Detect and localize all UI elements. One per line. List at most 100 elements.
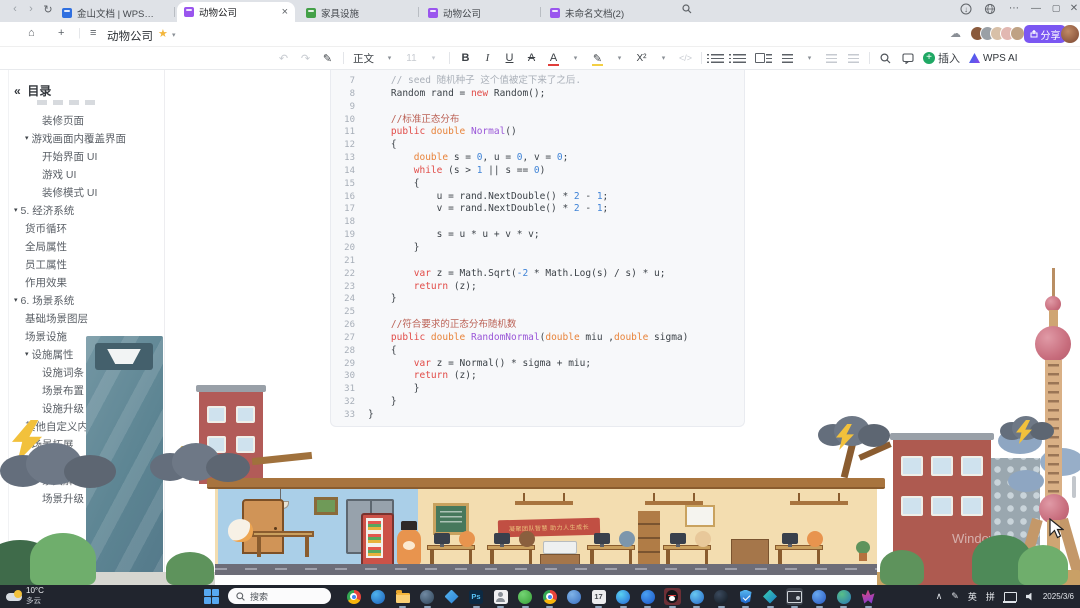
taskbar-search[interactable]: 搜索 — [228, 588, 331, 604]
superscript-button[interactable]: X² — [635, 50, 648, 66]
highlight-button[interactable]: ✎ — [591, 50, 604, 66]
start-button[interactable] — [204, 589, 219, 604]
wps-ai-button[interactable]: WPS AI — [969, 50, 1017, 66]
taskbar-app-wechat[interactable] — [517, 588, 534, 605]
toc-header[interactable]: « 目录 — [14, 82, 51, 99]
toc-item[interactable]: 作用效果 — [0, 273, 165, 291]
browser-tab[interactable]: 未命名文档(2) — [543, 3, 661, 22]
taskbar-app-file-explorer[interactable] — [394, 588, 411, 605]
scrollbar-thumb[interactable] — [1072, 476, 1076, 498]
taskbar-app-steam[interactable] — [713, 588, 730, 605]
browser-tab[interactable]: 动物公司 — [421, 3, 539, 22]
taskbar-app-globe-app[interactable] — [835, 588, 852, 605]
bold-button[interactable]: B — [459, 50, 472, 66]
align-chevron-icon[interactable]: ▾ — [803, 50, 816, 66]
highlight-chevron-icon[interactable]: ▾ — [613, 50, 626, 66]
tray-date[interactable]: 2025/3/6 — [1043, 592, 1074, 601]
close-window-icon[interactable]: ✕ — [1066, 3, 1080, 14]
toc-item[interactable]: ▾游戏画面内覆盖界面 — [0, 129, 165, 147]
browser-tab[interactable]: 家具设施 — [299, 3, 417, 22]
font-color-chevron-icon[interactable]: ▾ — [569, 50, 582, 66]
restore-icon[interactable]: ▢ — [1048, 3, 1064, 14]
refresh-icon[interactable]: ↻ — [41, 3, 55, 16]
toc-item[interactable]: 装修模式 UI — [0, 183, 165, 201]
toc-item[interactable]: 家具解锁 — [0, 471, 165, 489]
redo-icon[interactable]: ↷ — [299, 50, 312, 66]
outdent-button[interactable] — [825, 50, 838, 66]
checklist-button[interactable] — [755, 50, 772, 66]
new-tab-plus-icon[interactable]: + — [58, 27, 64, 39]
toc-item[interactable]: 设施升级 — [0, 399, 165, 417]
size-chevron-icon[interactable]: ▾ — [427, 50, 440, 66]
taskbar-app-security-shield[interactable] — [737, 588, 754, 605]
taskbar-app-qq[interactable] — [664, 588, 681, 605]
undo-icon[interactable]: ↶ — [277, 50, 290, 66]
indent-button[interactable] — [847, 50, 860, 66]
find-icon[interactable] — [879, 50, 892, 66]
pen-icon[interactable]: ✎ — [951, 591, 959, 602]
strikethrough-button[interactable]: A — [525, 50, 538, 66]
volume-icon[interactable] — [1026, 593, 1034, 601]
comment-icon[interactable] — [901, 50, 914, 66]
back-icon[interactable]: ‹ — [8, 3, 22, 15]
collapse-triangle-icon[interactable]: ▾ — [25, 350, 29, 358]
format-painter-icon[interactable]: ✎ — [321, 50, 334, 66]
toc-item[interactable]: 其他自定义内容 — [0, 417, 165, 435]
taskbar-app-palette-app[interactable] — [541, 588, 558, 605]
ime-pinyin[interactable]: 拼 — [986, 590, 995, 603]
taskbar-app-gem-app[interactable] — [443, 588, 460, 605]
download-icon[interactable]: ↓ — [958, 3, 974, 18]
toc-item[interactable]: 装修页面 — [0, 111, 165, 129]
taskbar-app-sphere-app[interactable] — [419, 588, 436, 605]
taskbar-app-screen-recorder[interactable] — [786, 588, 803, 605]
taskbar-app-edge[interactable] — [370, 588, 387, 605]
browser-tab[interactable]: 动物公司× — [177, 2, 295, 22]
taskbar-app-photoshop[interactable]: Ps — [468, 588, 485, 605]
superscript-chevron-icon[interactable]: ▾ — [657, 50, 670, 66]
font-color-button[interactable]: A — [547, 50, 560, 66]
taskbar-app-diamond-app[interactable] — [762, 588, 779, 605]
title-chevron-icon[interactable]: ▾ — [172, 31, 176, 39]
collapse-triangle-icon[interactable]: ▾ — [14, 296, 18, 304]
network-icon[interactable] — [1004, 592, 1017, 602]
toc-item[interactable]: ▾5. 经济系统 — [0, 201, 165, 219]
ime-english[interactable]: 英 — [968, 590, 977, 603]
favorite-star-icon[interactable]: ★ — [158, 27, 168, 40]
paragraph-style-select[interactable]: 正文 — [353, 50, 374, 66]
toc-item[interactable]: 场景升级 — [0, 489, 165, 507]
toc-item[interactable]: 货币循环 — [0, 219, 165, 237]
taskbar-app-calendar-app[interactable]: 17 — [590, 588, 607, 605]
taskbar-app-pin-app[interactable] — [639, 588, 656, 605]
taskbar-app-search-ball-app[interactable] — [615, 588, 632, 605]
code-block-button[interactable]: </> — [679, 50, 692, 66]
collapse-triangle-icon[interactable]: ▾ — [25, 134, 29, 142]
browser-menu-icon[interactable]: ⋯ — [1006, 3, 1022, 14]
font-size-select[interactable]: 11 — [405, 50, 418, 66]
underline-button[interactable]: U — [503, 50, 516, 66]
taskbar-app-compass-app[interactable] — [688, 588, 705, 605]
taskbar-app-trident-app[interactable] — [860, 588, 877, 605]
forward-icon[interactable]: › — [24, 3, 38, 15]
toc-item[interactable]: 游戏 UI — [0, 165, 165, 183]
toc-item[interactable]: ▾场景拓展 — [0, 435, 165, 453]
weather-widget[interactable]: 10°C 多云 — [6, 586, 44, 606]
tray-expand-icon[interactable]: ∧ — [936, 591, 943, 602]
toc-item[interactable]: ▾6. 场景系统 — [0, 291, 165, 309]
browser-tab[interactable]: 金山文档 | WPS云文档 — [55, 3, 173, 22]
bullet-list-button[interactable] — [711, 50, 724, 66]
toc-item[interactable]: 基础场景图层 — [0, 309, 165, 327]
taskbar-app-contacts[interactable] — [492, 588, 509, 605]
toc-item[interactable]: 场景设施 — [0, 327, 165, 345]
toc-item[interactable]: 全局属性 — [0, 237, 165, 255]
share-button[interactable]: 分享 — [1024, 25, 1066, 43]
taskbar-app-chrome[interactable] — [345, 588, 362, 605]
numbered-list-button[interactable] — [733, 50, 746, 66]
insert-button[interactable]: + 插入 — [923, 50, 960, 66]
toc-item[interactable]: 开始界面 UI — [0, 147, 165, 165]
toc-item[interactable]: 家具购买 — [0, 453, 165, 471]
code-block[interactable]: 7 // seed 随机种子 这个值被定下来了之后.8 Random rand … — [330, 70, 745, 427]
home-icon[interactable]: ⌂ — [28, 27, 35, 39]
toc-item[interactable]: ▾设施属性 — [0, 345, 165, 363]
toc-item[interactable]: 场景布置 — [0, 381, 165, 399]
toc-item[interactable]: 设施词条 — [0, 363, 165, 381]
